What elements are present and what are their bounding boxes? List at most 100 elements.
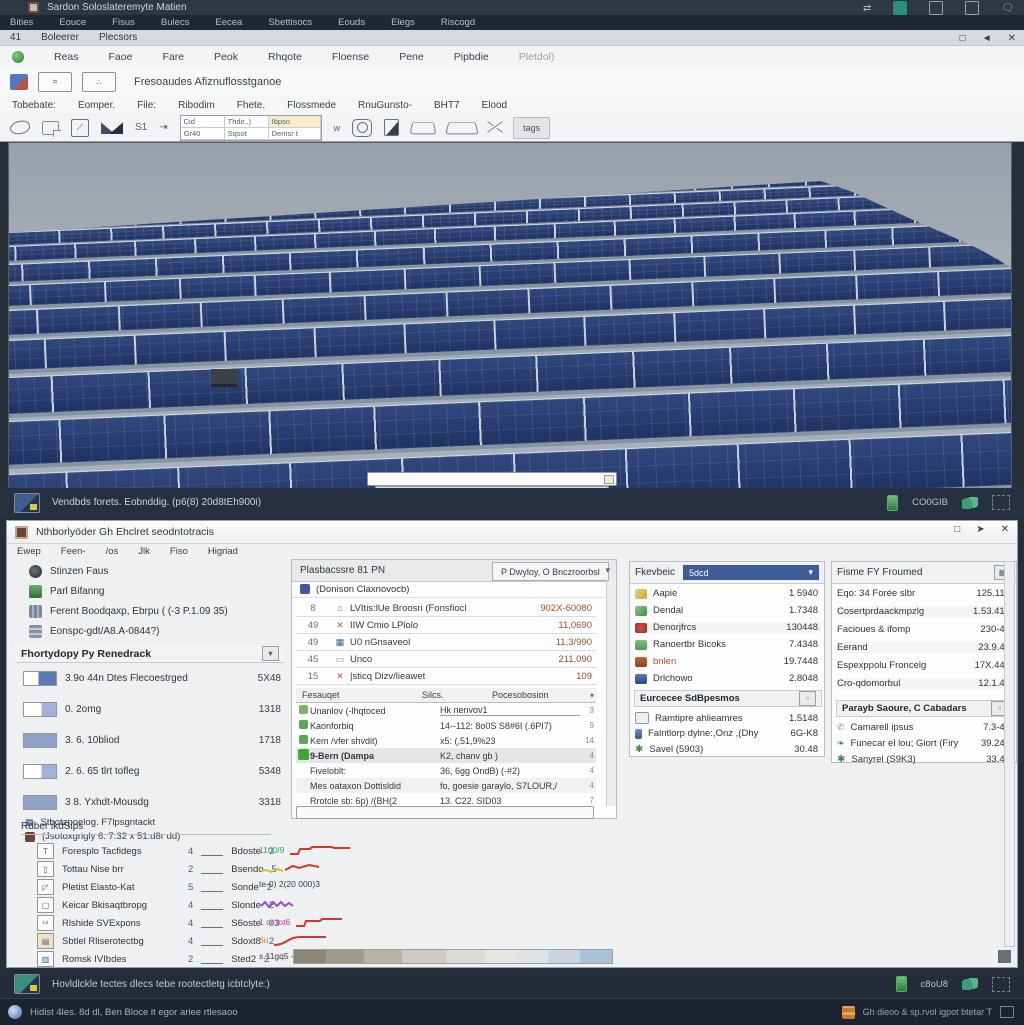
w2-menu-item[interactable]: /os [106, 546, 119, 557]
result-row[interactable]: ❧ Funecar el lou; Giort (Firy39.248 [837, 738, 1013, 749]
result-row[interactable]: Dendal1.7348 [635, 605, 821, 616]
w2-close-button[interactable]: ✕ [1001, 524, 1009, 535]
ribbon-item[interactable]: Rhqote [268, 51, 302, 63]
menu-item[interactable]: Fisus [112, 17, 135, 28]
project-item[interactable]: Parl Bifanng [29, 585, 104, 598]
w2-menu-item[interactable]: Jlk [138, 546, 150, 557]
terrain-tool-icon[interactable] [410, 122, 437, 134]
tab-plecsors[interactable]: Plecsors [99, 32, 137, 43]
subtable-row-selected[interactable]: 9-Bern (Dampa K2, chanv gb ) 4 [296, 748, 596, 763]
menu-item[interactable]: Bities [10, 17, 33, 28]
menu-item[interactable]: Riscogd [441, 17, 475, 28]
result-row[interactable]: Falntlorp dylne:,Onz ,(Dhy6G-K8 [635, 728, 821, 739]
selection-box-icon[interactable] [992, 977, 1010, 992]
result-row[interactable]: Cro-qdomorbul12.1.48 [837, 678, 1013, 689]
w2-menu-item[interactable]: Feen- [61, 546, 86, 557]
ribbon-item[interactable]: Faoe [109, 51, 133, 63]
ribbon-item[interactable]: Fare [162, 51, 184, 63]
variant-row[interactable]: 3. 6. 10bliod 1718 [23, 733, 281, 748]
resize-grip[interactable] [998, 950, 1011, 963]
subtable-row[interactable]: Kaonforbiq 14--112: 8o0S S8#6I (.6PI7) 9 [296, 718, 596, 733]
result-row[interactable]: bnlen19.7448 [635, 656, 821, 667]
subtable-menu-icon[interactable]: ▾ [590, 691, 596, 700]
layer-row[interactable]: ▤ Sbtlel Rliserotectbg 4 Sdoxt8 2 [37, 933, 287, 949]
result-row[interactable]: ✱ Savel (5903)30.48 [635, 744, 821, 755]
tab-boleerer[interactable]: Boleerer [41, 32, 79, 43]
ribbon-item[interactable]: Floense [332, 51, 369, 63]
result-row[interactable]: Cosertprdaackmpzlg1.53.418 [837, 606, 1013, 617]
lasso-select-icon[interactable] [9, 120, 31, 136]
w2-maximize-button[interactable]: □ [954, 524, 960, 535]
display-mode-button[interactable]: P Dwyloy, O Bnczroorbsl [492, 562, 609, 581]
ribbon-item[interactable]: Reas [54, 51, 79, 63]
result-row[interactable]: Eerand23.9.48 [837, 642, 1013, 653]
viewport-scrollbar[interactable] [367, 472, 617, 486]
scissors-tool-icon[interactable]: ⤫ [487, 119, 504, 136]
middle-hscrollbar[interactable] [296, 806, 594, 819]
scale-tool-icon[interactable]: ⟋ [71, 119, 89, 137]
result-row[interactable]: Eqo: 34 Forée slbr125.118 [837, 588, 1013, 599]
maximize-button[interactable]: □ [960, 33, 966, 44]
variant-row[interactable]: 0. 2omg 1318 [23, 702, 281, 717]
result-row[interactable]: Drlchowo2.8048 [635, 673, 821, 684]
result-row[interactable]: Ramtipre ahlieamres1.5148 [635, 712, 821, 724]
ribbon-item[interactable]: Peok [214, 51, 238, 63]
layer-row[interactable]: ¹⁹ Rlshide SVExpons 4 S6oste 03 [37, 915, 287, 931]
layer-row[interactable]: ▯ Tottau Nise brr 2 Bsendo 5 [37, 861, 287, 877]
w2-restore-button[interactable]: ➤ [976, 524, 984, 535]
ribbon-item[interactable]: Pipbdie [454, 51, 489, 63]
table-row[interactable]: 15 ✕ |sticq Dizv/lieawet 109 [296, 668, 596, 685]
calendar-icon[interactable] [965, 1, 979, 15]
toolbar3-item[interactable]: Elood [482, 100, 508, 111]
w2-menu-item[interactable]: Ewep [17, 546, 41, 557]
middle-tab-label[interactable]: Plasbacssre 81 PN [292, 565, 385, 576]
layer-row[interactable]: T Foresplo Tacfidegs 4 Bdoste 3 [37, 843, 287, 859]
w2-menu-item[interactable]: Fiso [170, 546, 188, 557]
grid-icon[interactable] [929, 1, 943, 15]
corner-snap2-icon[interactable] [109, 122, 123, 134]
viewport-3d[interactable] [8, 142, 1012, 489]
selection-box-icon[interactable] [992, 495, 1010, 510]
result-row[interactable]: Aapie1 5940 [635, 588, 821, 599]
menu-item[interactable]: Eouce [59, 17, 86, 28]
page-tool-icon[interactable] [384, 119, 399, 136]
project-item[interactable]: Ferent Boodqaxp, Ebrpu ( (-3 P.1.09 35) [29, 605, 228, 618]
subtable-row[interactable]: Unanlov (-lhqtoced Hk nenvov1 3 [296, 703, 596, 718]
result-row[interactable]: ✆ Camarell ipsus7.3-48 [837, 722, 1013, 733]
project-item[interactable]: Stinzen Faus [29, 565, 108, 578]
terrain-wide-tool-icon[interactable] [445, 122, 479, 134]
menu-item[interactable]: Elegs [391, 17, 415, 28]
variant-row[interactable]: 3 8. Yxhdt-Mousdg 3318 [23, 795, 281, 810]
tags-button[interactable]: tags [513, 117, 550, 139]
window2-vscrollbar[interactable] [1004, 561, 1015, 947]
result-row[interactable]: Ranoertbr Bicoks7.4348 [635, 639, 821, 650]
tray-window-icon[interactable] [1000, 1006, 1014, 1018]
menu-item[interactable]: Bulecs [161, 17, 190, 28]
variant-row[interactable]: 2. 6. 65 tlrt tofleg 5348 [23, 764, 281, 779]
toolbar3-item[interactable]: Eomper. [78, 100, 115, 111]
sync-icon[interactable]: ⇄ [863, 3, 871, 14]
measure-tool-button[interactable]: ⌗ [38, 72, 72, 92]
toolbar3-item[interactable]: Fhete. [237, 100, 265, 111]
lens-tool-icon[interactable] [352, 119, 372, 137]
layer-row[interactable]: ▢ Keicar Bkisaqtbropg 4 Slonde 2 [37, 897, 287, 913]
variant-row[interactable]: 3.9o 44n Dtes Flecoestrged 5X48 [23, 671, 281, 686]
toolbar3-item[interactable]: BHT7 [434, 100, 460, 111]
layer-row[interactable]: ◸ Pletist Elasto-Kat 5 Sonde 2 [37, 879, 287, 895]
middle-dropdown-icon[interactable]: ▾ [605, 565, 610, 576]
result-row[interactable]: Denorjfrcs130448 [635, 622, 821, 633]
scrollbar-end-icon[interactable] [604, 475, 614, 484]
snap-arrow-icon[interactable]: ⇥ [159, 122, 167, 133]
subtable-row[interactable]: Fiveloblt: 36, 6gg OndB) (-#2) 4 [296, 763, 596, 778]
result-row[interactable]: Espexppolu Froncelg17X.448 [837, 660, 1013, 671]
subtable-row[interactable]: Mes oataxon Dottisldid fo, goesie garayl… [296, 778, 596, 793]
result-row[interactable]: Facioues & ifomp230-48 [837, 624, 1013, 635]
project-item[interactable]: Eonspc-gdt/A8.A-0844?) [29, 625, 160, 638]
table-row[interactable]: 8 ⌂ LVItis:lUe Broosri (Fonsfiocl 902X-6… [296, 600, 596, 617]
result-row[interactable]: ✱ Sanyrel (S9K3)33.46 [837, 754, 1013, 765]
mini-grid-widget[interactable]: Cid Thdir..) Ibpsn Gr40 Sqsot Demsr t [180, 115, 322, 141]
section-dropdown-button[interactable]: ▾ [262, 646, 279, 661]
section-button[interactable]: ▫ [799, 691, 816, 706]
close-button[interactable]: ✕ [1008, 33, 1016, 44]
menu-item[interactable]: Eecea [215, 17, 242, 28]
